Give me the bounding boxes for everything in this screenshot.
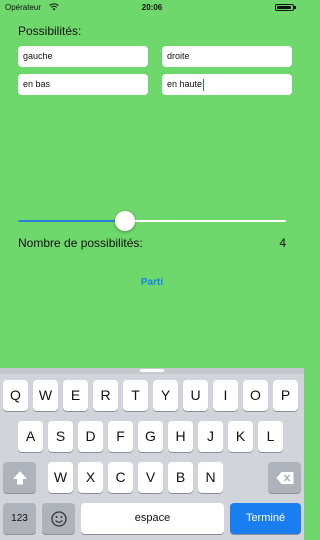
option-field-2[interactable]: droite xyxy=(162,46,292,67)
option-field-2-value: droite xyxy=(167,51,190,61)
key-x[interactable]: X xyxy=(78,462,103,493)
key-d[interactable]: D xyxy=(78,421,103,452)
key-k[interactable]: K xyxy=(228,421,253,452)
key-f[interactable]: F xyxy=(108,421,133,452)
key-y[interactable]: Y xyxy=(153,380,178,411)
possibilities-count-label: Nombre de possibilités: xyxy=(18,236,143,250)
option-field-1-value: gauche xyxy=(23,51,53,61)
page-title: Possibilités: xyxy=(18,24,82,38)
possibilities-slider[interactable] xyxy=(18,211,286,231)
backspace-icon xyxy=(276,471,293,484)
numbers-key[interactable]: 123 xyxy=(3,503,36,534)
text-cursor xyxy=(203,78,205,91)
option-field-3[interactable]: en bas xyxy=(18,74,148,95)
key-b[interactable]: B xyxy=(168,462,193,493)
key-w[interactable]: W xyxy=(48,462,73,493)
emoji-icon xyxy=(50,510,67,527)
return-key[interactable]: Terminé xyxy=(230,503,301,534)
key-q[interactable]: Q xyxy=(3,380,28,411)
battery-icon xyxy=(275,4,296,11)
space-key[interactable]: espace xyxy=(81,503,224,534)
status-bar: Opérateur 20:06 xyxy=(0,0,304,14)
key-l[interactable]: L xyxy=(258,421,283,452)
slider-thumb[interactable] xyxy=(115,211,135,231)
emoji-key[interactable] xyxy=(42,503,75,534)
key-g[interactable]: G xyxy=(138,421,163,452)
key-v[interactable]: V xyxy=(138,462,163,493)
key-u[interactable]: U xyxy=(183,380,208,411)
key-e[interactable]: E xyxy=(63,380,88,411)
keyboard-handle[interactable] xyxy=(140,369,164,372)
shift-key[interactable] xyxy=(3,462,36,493)
keyboard-handle-strip xyxy=(0,368,304,374)
shift-icon xyxy=(13,471,26,484)
key-h[interactable]: H xyxy=(168,421,193,452)
key-t[interactable]: T xyxy=(123,380,148,411)
keyboard: QWERTYUIOP ASDFGHJKL WXCVBN 123 espace T… xyxy=(0,368,304,540)
option-field-1[interactable]: gauche xyxy=(18,46,148,67)
key-r[interactable]: R xyxy=(93,380,118,411)
possibilities-count-value: 4 xyxy=(279,236,286,250)
key-c[interactable]: C xyxy=(108,462,133,493)
key-a[interactable]: A xyxy=(18,421,43,452)
key-n[interactable]: N xyxy=(198,462,223,493)
key-s[interactable]: S xyxy=(48,421,73,452)
option-field-3-value: en bas xyxy=(23,79,51,89)
key-w[interactable]: W xyxy=(33,380,58,411)
option-field-4-value: en haute xyxy=(167,79,203,89)
slider-track-fill xyxy=(18,220,125,222)
clock: 20:06 xyxy=(141,3,163,12)
key-i[interactable]: I xyxy=(213,380,238,411)
key-j[interactable]: J xyxy=(198,421,223,452)
go-button[interactable]: Parti xyxy=(0,277,304,288)
delete-key[interactable] xyxy=(268,462,301,493)
option-field-4[interactable]: en haute xyxy=(162,74,292,95)
key-o[interactable]: O xyxy=(243,380,268,411)
key-p[interactable]: P xyxy=(273,380,298,411)
